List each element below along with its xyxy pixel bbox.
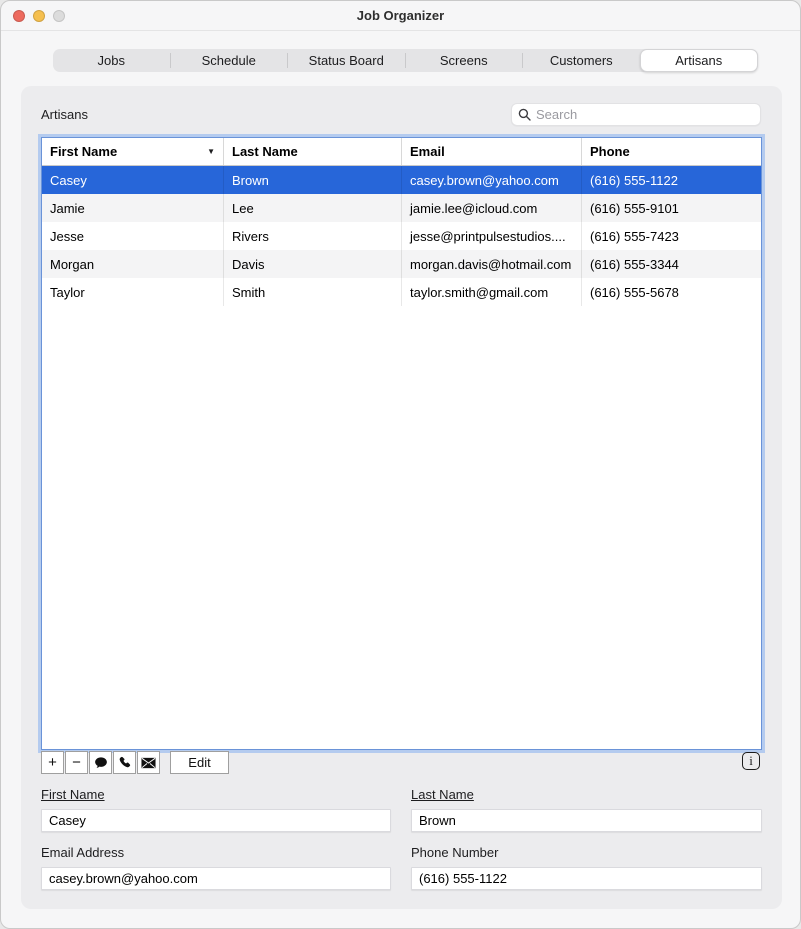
cell-email: casey.brown@yahoo.com: [402, 166, 582, 194]
add-icon: +: [48, 754, 57, 771]
last-name-label: Last Name: [411, 787, 474, 802]
first-name-label: First Name: [41, 787, 105, 802]
tab-customers[interactable]: Customers: [523, 49, 640, 72]
cell-first-name: Morgan: [42, 250, 224, 278]
remove-icon: −: [72, 754, 81, 771]
table-row[interactable]: Casey Brown casey.brown@yahoo.com (616) …: [42, 166, 761, 194]
first-name-field[interactable]: [41, 809, 391, 832]
cell-phone: (616) 555-1122: [582, 166, 761, 194]
cell-last-name: Rivers: [224, 222, 402, 250]
email-field[interactable]: [41, 867, 391, 890]
cell-email: jesse@printpulsestudios....: [402, 222, 582, 250]
send-email-button[interactable]: [137, 751, 160, 774]
table-row[interactable]: Jesse Rivers jesse@printpulsestudios....…: [42, 222, 761, 250]
first-name-group: First Name: [41, 786, 391, 832]
record-toolbar: + − Edit: [41, 751, 229, 774]
edit-button-label: Edit: [188, 755, 210, 770]
cell-first-name: Taylor: [42, 278, 224, 306]
cell-first-name: Jamie: [42, 194, 224, 222]
last-name-group: Last Name: [411, 786, 762, 832]
last-name-field[interactable]: [411, 809, 762, 832]
cell-last-name: Lee: [224, 194, 402, 222]
content-panel: Artisans First Name ▼ Last Name Email: [21, 86, 782, 909]
cell-email: jamie.lee@icloud.com: [402, 194, 582, 222]
email-icon: [141, 757, 156, 769]
phone-group: Phone Number: [411, 844, 762, 890]
info-button[interactable]: i: [742, 752, 760, 770]
remove-record-button[interactable]: −: [65, 751, 88, 774]
table-row[interactable]: Jamie Lee jamie.lee@icloud.com (616) 555…: [42, 194, 761, 222]
column-header-first-name[interactable]: First Name ▼: [42, 138, 224, 165]
tab-bar: Jobs Schedule Status Board Screens Custo…: [53, 49, 758, 72]
email-label: Email Address: [41, 845, 124, 860]
phone-field[interactable]: [411, 867, 762, 890]
minimize-button[interactable]: [33, 10, 45, 22]
title-bar: Job Organizer: [1, 1, 800, 31]
cell-first-name: Jesse: [42, 222, 224, 250]
search-icon: [518, 108, 531, 121]
tab-artisans[interactable]: Artisans: [640, 49, 759, 72]
window-title: Job Organizer: [357, 8, 444, 23]
phone-label: Phone Number: [411, 845, 498, 860]
call-button[interactable]: [113, 751, 136, 774]
artisans-table: First Name ▼ Last Name Email Phone Casey…: [41, 137, 762, 750]
traffic-lights: [13, 10, 65, 22]
zoom-button: [53, 10, 65, 22]
message-button[interactable]: [89, 751, 112, 774]
cell-last-name: Brown: [224, 166, 402, 194]
column-header-last-name[interactable]: Last Name: [224, 138, 402, 165]
message-icon: [94, 756, 108, 770]
edit-button[interactable]: Edit: [170, 751, 229, 774]
table-header: First Name ▼ Last Name Email Phone: [42, 138, 761, 166]
cell-phone: (616) 555-7423: [582, 222, 761, 250]
tab-status-board[interactable]: Status Board: [288, 49, 405, 72]
app-window: Job Organizer Jobs Schedule Status Board…: [0, 0, 801, 929]
table-row[interactable]: Morgan Davis morgan.davis@hotmail.com (6…: [42, 250, 761, 278]
column-label: First Name: [50, 144, 117, 159]
add-record-button[interactable]: +: [41, 751, 64, 774]
cell-last-name: Davis: [224, 250, 402, 278]
cell-phone: (616) 555-3344: [582, 250, 761, 278]
tab-schedule[interactable]: Schedule: [171, 49, 288, 72]
close-button[interactable]: [13, 10, 25, 22]
sort-desc-icon: ▼: [203, 147, 215, 156]
column-label: Email: [410, 144, 445, 159]
cell-last-name: Smith: [224, 278, 402, 306]
info-icon: i: [749, 753, 753, 769]
cell-phone: (616) 555-5678: [582, 278, 761, 306]
tab-screens[interactable]: Screens: [406, 49, 523, 72]
search-field[interactable]: [511, 103, 761, 126]
cell-first-name: Casey: [42, 166, 224, 194]
column-label: Last Name: [232, 144, 298, 159]
table-row[interactable]: Taylor Smith taylor.smith@gmail.com (616…: [42, 278, 761, 306]
phone-icon: [118, 756, 131, 769]
cell-phone: (616) 555-9101: [582, 194, 761, 222]
page-title: Artisans: [41, 107, 88, 122]
tab-jobs[interactable]: Jobs: [53, 49, 170, 72]
column-header-phone[interactable]: Phone: [582, 138, 761, 165]
search-input[interactable]: [536, 107, 754, 122]
cell-email: taylor.smith@gmail.com: [402, 278, 582, 306]
email-group: Email Address: [41, 844, 391, 890]
column-header-email[interactable]: Email: [402, 138, 582, 165]
cell-email: morgan.davis@hotmail.com: [402, 250, 582, 278]
column-label: Phone: [590, 144, 630, 159]
